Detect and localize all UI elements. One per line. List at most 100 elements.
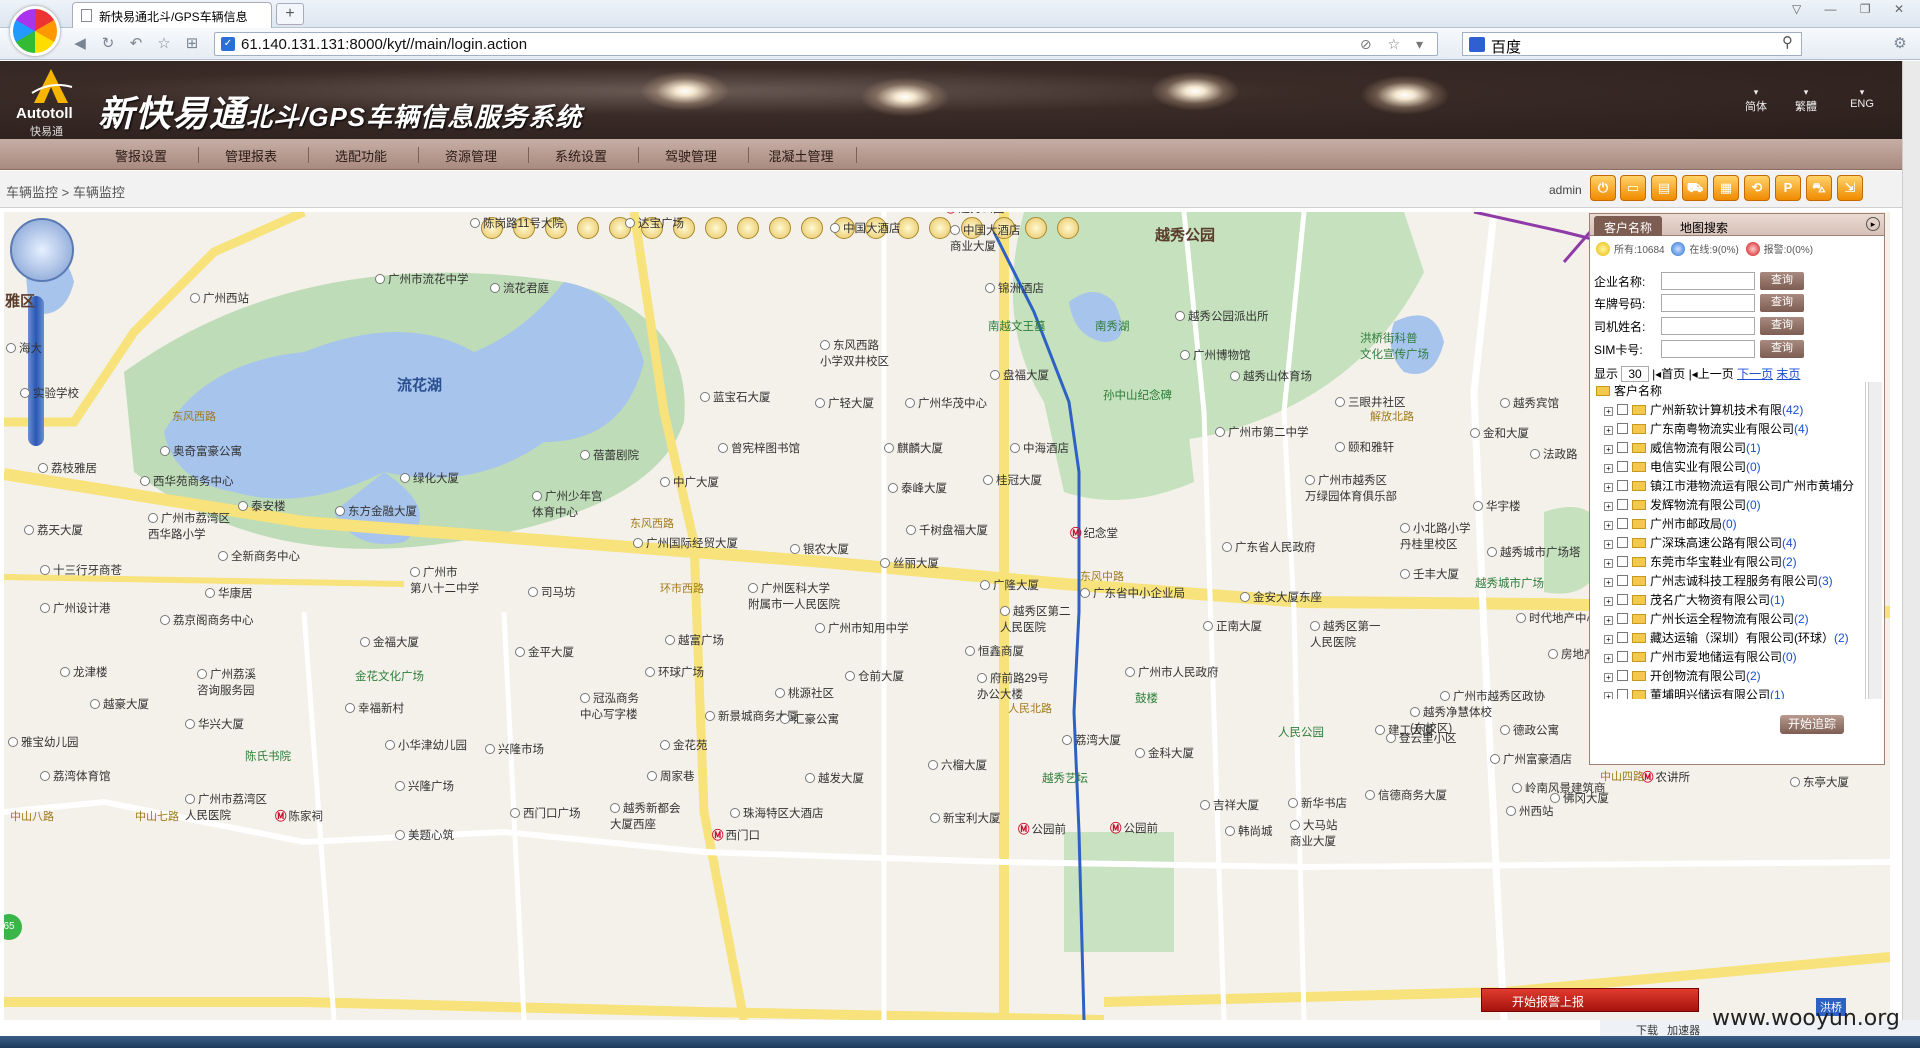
map-label[interactable]: Ⓜ 纪念堂 — [1070, 525, 1118, 541]
map-label[interactable]: 壬丰大厦 — [1400, 566, 1459, 582]
driver-input[interactable] — [1661, 317, 1755, 335]
expand-icon[interactable]: + — [1604, 635, 1613, 644]
customer-checkbox[interactable] — [1617, 423, 1628, 434]
map-label[interactable]: 广州国际经贸大厦 — [633, 535, 738, 551]
map-label[interactable]: 泰峰大厦 — [888, 480, 947, 496]
page-scrollbar[interactable] — [1902, 61, 1920, 1021]
map-label[interactable]: 西华苑商务中心 — [140, 473, 234, 489]
customer-checkbox[interactable] — [1617, 537, 1628, 548]
map-label[interactable]: 人民北路 — [1008, 700, 1052, 716]
map-label[interactable]: 金福大厦 — [360, 634, 419, 650]
expand-icon[interactable]: + — [1604, 559, 1613, 568]
search-input[interactable]: 百度 ⚲ — [1462, 32, 1802, 56]
map-label[interactable]: 登云里小区 — [1386, 730, 1457, 746]
map-label[interactable]: 东风中路 — [1080, 568, 1124, 584]
map-label[interactable]: 越富广场 — [665, 632, 724, 648]
expand-icon[interactable]: + — [1604, 426, 1613, 435]
map-label[interactable]: 南秀湖 — [1095, 318, 1130, 334]
expand-icon[interactable]: + — [1604, 578, 1613, 587]
map-label[interactable]: 解放北路 — [1370, 408, 1414, 424]
map-label[interactable]: 越秀区第二 人民医院 — [1000, 603, 1071, 635]
print-icon[interactable] — [769, 217, 791, 239]
map-label[interactable]: 中国大酒店 — [830, 220, 901, 236]
map-label[interactable]: 广州少年宫 体育中心 — [532, 488, 603, 520]
map-label[interactable]: 法政路 — [1530, 446, 1578, 462]
map-label[interactable]: 广州荔溪 咨询服务园 — [197, 666, 256, 698]
map-label[interactable]: 吉祥大厦 — [1200, 797, 1259, 813]
customer-tree-item[interactable]: + 广东南粤物流实业有限公司(4) — [1594, 420, 1865, 439]
apps-icon[interactable]: ⊞ — [182, 34, 202, 54]
address-bar[interactable]: ✓ 61.140.131.131:8000/kyt//main/login.act… — [214, 32, 1438, 56]
map-label[interactable]: 信德商务大厦 — [1365, 787, 1447, 803]
map-label[interactable]: 府前路29号 办公大楼 — [977, 670, 1049, 702]
route-icon[interactable]: ⟲ — [1744, 175, 1770, 201]
map-label[interactable]: 佛冈大厦 — [1550, 790, 1609, 806]
map-label[interactable]: 中海酒店 — [1010, 440, 1069, 456]
undo-icon[interactable]: ↶ — [126, 34, 146, 54]
map-label[interactable]: 东风西路 小学双井校区 — [820, 337, 889, 369]
alarm-report-bar[interactable]: 开始报警上报 — [1481, 988, 1699, 1012]
lang-simplified[interactable]: 简体 — [1736, 87, 1776, 114]
customer-tree-item[interactable]: + 东莞市华宝鞋业有限公司(2) — [1594, 553, 1865, 572]
truck-icon[interactable]: ⛟ — [1682, 175, 1708, 201]
menu-resources[interactable]: 资源管理 — [416, 146, 526, 165]
map-label[interactable]: 东亭大厦 — [1790, 774, 1849, 790]
map-label[interactable]: 龙津楼 — [60, 664, 108, 680]
map-label[interactable]: 汇豪公寓 — [780, 711, 839, 727]
map-label[interactable]: 六榴大厦 — [928, 757, 987, 773]
map-label[interactable]: 越秀宾馆 — [1500, 395, 1559, 411]
sim-query-button[interactable]: 查询 — [1760, 340, 1804, 358]
map-label[interactable]: 广轻大厦 — [815, 395, 874, 411]
customer-checkbox[interactable] — [1617, 480, 1628, 491]
map-label[interactable]: 美题心筑 — [395, 827, 454, 843]
expand-icon[interactable]: + — [1604, 502, 1613, 511]
map-label[interactable]: Ⓜ 公园前 — [1110, 820, 1158, 836]
expand-icon[interactable]: + — [1604, 483, 1613, 492]
map-label[interactable]: 锦洲酒店 — [985, 280, 1044, 296]
customer-tree-item[interactable]: + 藏达运输（深圳）有限公司(环球）(2) — [1594, 629, 1865, 648]
plate-query-button[interactable]: 查询 — [1760, 294, 1804, 312]
map-label[interactable]: 恒鑫商厦 — [965, 643, 1024, 659]
company-input[interactable] — [1661, 272, 1755, 290]
map-label[interactable]: 越秀新都会 大厦西座 — [610, 800, 681, 832]
customer-checkbox[interactable] — [1617, 632, 1628, 643]
map-label[interactable]: 越豪大厦 — [90, 696, 149, 712]
customer-checkbox[interactable] — [1617, 670, 1628, 681]
customer-tree-item[interactable]: + 广州市爱地储运有限公司(0) — [1594, 648, 1865, 667]
map-label[interactable]: 银农大厦 — [790, 541, 849, 557]
map-label[interactable]: 广州市荔湾区 西华路小学 — [148, 510, 230, 542]
browser-tab[interactable]: 新快易通北斗/GPS车辆信息 — [72, 2, 272, 28]
map-label[interactable]: Ⓜ 农讲所 — [1642, 769, 1690, 785]
tree-root[interactable]: 客户名称 — [1594, 382, 1865, 401]
tree-scrollbar[interactable] — [1868, 382, 1882, 699]
tool-icon[interactable] — [929, 217, 951, 239]
browser-logo-icon[interactable] — [10, 6, 60, 56]
map-label[interactable]: 兴隆市场 — [485, 741, 544, 757]
map-label[interactable]: 西门口广场 — [510, 805, 581, 821]
map-label[interactable]: 荔枝雅居 — [38, 460, 97, 476]
map-label[interactable]: 荔湾大厦 — [1062, 732, 1121, 748]
pager-prev[interactable]: |◂上一页 — [1689, 367, 1734, 381]
map-label[interactable]: 广州市越秀区 万绿园体育俱乐部 — [1305, 472, 1397, 504]
customer-checkbox[interactable] — [1617, 651, 1628, 662]
start-tracking-button[interactable]: 开始追踪 — [1780, 715, 1844, 734]
map-label[interactable]: 孙中山纪念碑 — [1103, 387, 1172, 403]
vehicle-icon[interactable]: ▤ — [1651, 175, 1677, 201]
select-icon[interactable] — [737, 217, 759, 239]
map-label[interactable]: 越发大厦 — [805, 770, 864, 786]
map-label[interactable]: 蓝宝石大厦 — [700, 389, 771, 405]
map-label[interactable]: 金花文化广场 — [355, 668, 424, 684]
map-label[interactable]: 广州市人民政府 — [1125, 664, 1219, 680]
breadcrumb-root[interactable]: 车辆监控 — [6, 185, 58, 200]
menu-concrete[interactable]: 混凝土管理 — [746, 146, 856, 165]
map-label[interactable]: 金科大厦 — [1135, 745, 1194, 761]
map-label[interactable]: 正南大厦 — [1203, 618, 1262, 634]
map-label[interactable]: 越秀公园 — [1155, 224, 1215, 245]
customer-tree-item[interactable]: + 茂名广大物资有限公司(1) — [1594, 591, 1865, 610]
ruler-icon[interactable] — [801, 217, 823, 239]
customer-tree-item[interactable]: + 威信物流有限公司(1) — [1594, 439, 1865, 458]
map-label[interactable]: 金安大厦东座 — [1240, 589, 1322, 605]
map-label[interactable]: 盘福大厦 — [990, 367, 1049, 383]
map-label[interactable]: 广州市荔湾区 人民医院 — [185, 791, 267, 823]
expand-icon[interactable]: + — [1604, 407, 1613, 416]
